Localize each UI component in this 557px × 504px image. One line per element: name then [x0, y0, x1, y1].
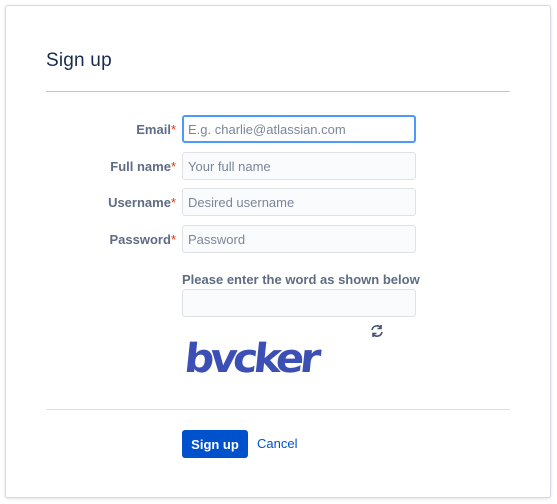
signup-button[interactable]: Sign up — [182, 430, 248, 458]
email-label-text: Email — [136, 122, 171, 137]
required-marker: * — [170, 195, 176, 210]
footer-divider — [46, 409, 510, 410]
refresh-icon[interactable] — [368, 322, 386, 340]
full-name-label-text: Full name — [110, 159, 171, 174]
password-label-text: Password — [109, 232, 171, 247]
signup-panel: Sign up Email* Full name* Username* Pass… — [5, 5, 551, 498]
required-marker: * — [170, 122, 176, 137]
password-field[interactable] — [182, 225, 416, 253]
page-title: Sign up — [46, 50, 112, 71]
captcha-word: bvcker — [182, 336, 323, 380]
header-divider — [46, 91, 510, 92]
captcha-label: Please enter the word as shown below — [182, 272, 420, 287]
email-field[interactable] — [182, 115, 416, 143]
full-name-label: Full name* — [46, 159, 176, 174]
email-label: Email* — [46, 122, 176, 137]
username-field[interactable] — [182, 188, 416, 216]
captcha-input[interactable] — [182, 289, 416, 317]
required-marker: * — [170, 159, 176, 174]
captcha-image: bvcker — [182, 336, 323, 380]
cancel-link[interactable]: Cancel — [257, 436, 297, 451]
password-label: Password* — [46, 232, 176, 247]
required-marker: * — [170, 232, 176, 247]
full-name-field[interactable] — [182, 152, 416, 180]
username-label: Username* — [46, 195, 176, 210]
username-label-text: Username — [108, 195, 171, 210]
